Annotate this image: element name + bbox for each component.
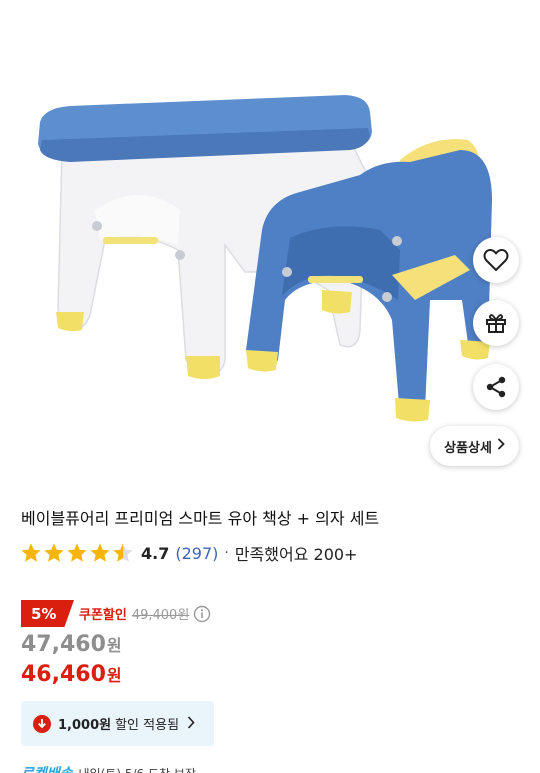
star-icon [67, 543, 87, 562]
gift-icon [484, 311, 508, 335]
wishlist-button[interactable] [473, 237, 519, 283]
arrow-down-circle-icon [33, 714, 51, 733]
coupon-applied-amount: 1,000원 [58, 718, 112, 733]
rating-row[interactable]: 4.7 (297) · 만족했어요 200+ [20, 540, 357, 566]
half-star-icon [113, 543, 133, 562]
share-button[interactable] [473, 364, 519, 410]
product-title: 베이블퓨어리 프리미엄 스마트 유아 책상 + 의자 세트 [21, 509, 380, 528]
delivery-row: 로켓배송 내일(토) 5/6 도착 보장 [21, 765, 196, 773]
chevron-right-icon [497, 438, 505, 454]
coupon-discount-row: 5% 쿠폰할인 49,400원 [21, 600, 211, 627]
heart-icon [483, 248, 509, 272]
satisfaction-text: 만족했어요 200+ [234, 545, 358, 564]
product-image[interactable] [0, 0, 540, 480]
info-icon[interactable] [193, 605, 211, 623]
star-icon [44, 543, 64, 562]
product-photo-desk-chair [38, 95, 492, 422]
coupon-applied-button[interactable]: 1,000원 할인 적용됨 [21, 701, 214, 746]
review-count-link[interactable]: (297) [175, 544, 218, 563]
separator-dot: · [224, 545, 229, 561]
coupon-applied-text: 할인 적용됨 [115, 718, 180, 733]
gift-button[interactable] [473, 300, 519, 346]
share-icon [484, 375, 508, 399]
delivery-text: 내일(토) 5/6 도착 보장 [79, 765, 196, 773]
detail-button-label: 상품상세 [444, 440, 492, 456]
product-detail-button[interactable]: 상품상세 [430, 426, 519, 466]
sale-price: 47,460 원 [21, 632, 122, 657]
coupon-price: 46,460 원 [21, 662, 122, 687]
coupon-label: 쿠폰할인 [79, 608, 127, 623]
star-rating [20, 542, 134, 564]
star-icon [90, 543, 110, 562]
sale-price-currency: 원 [106, 636, 122, 655]
rating-value: 4.7 [141, 543, 170, 563]
original-price: 49,400원 [131, 608, 190, 623]
coupon-price-value: 46,460 [21, 662, 106, 687]
star-icon [21, 543, 41, 562]
coupon-price-currency: 원 [106, 666, 122, 685]
rocket-delivery-logo: 로켓배송 [21, 763, 73, 773]
sale-price-value: 47,460 [21, 632, 106, 657]
discount-badge: 5% [21, 600, 74, 627]
chevron-right-icon [187, 714, 195, 733]
